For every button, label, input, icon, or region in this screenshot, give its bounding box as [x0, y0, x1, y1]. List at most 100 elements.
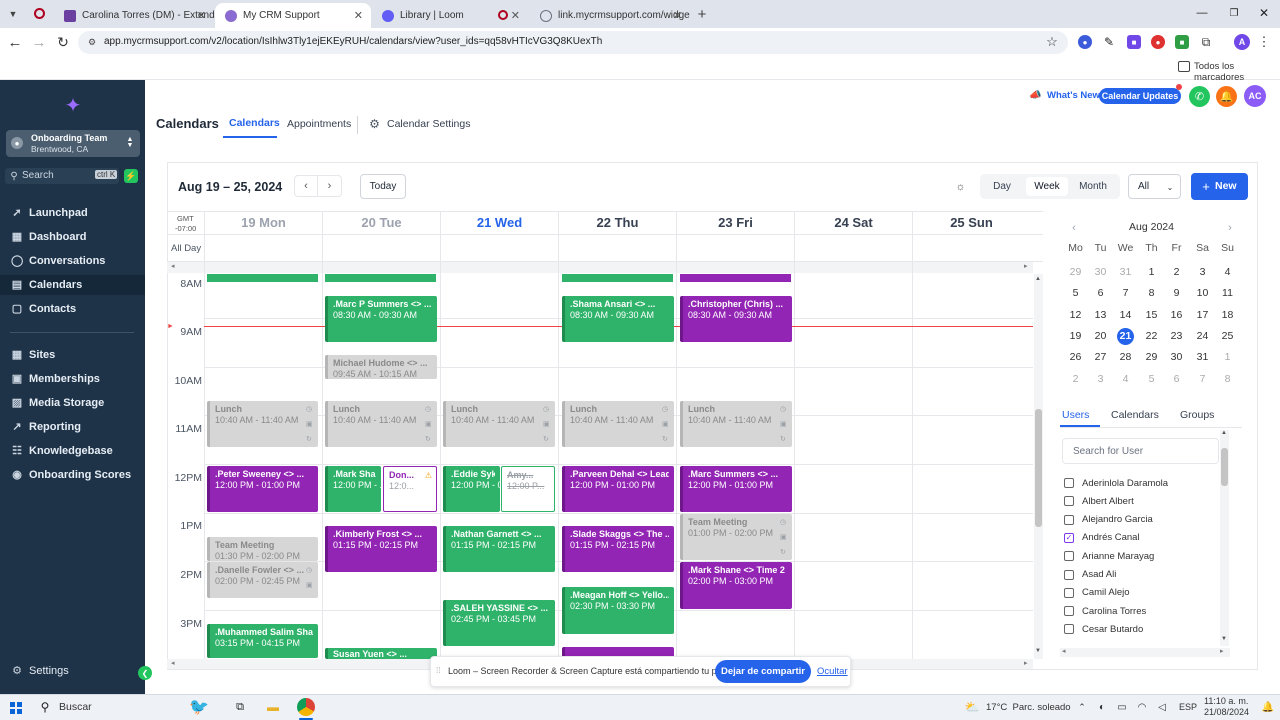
- mini-day[interactable]: 30: [1164, 351, 1189, 363]
- scroll-left-icon[interactable]: ◂: [1062, 647, 1066, 655]
- tab-loom[interactable]: Library | Loom ✕: [372, 3, 528, 28]
- lunch-event[interactable]: Lunch 10:40 AM - 11:40 AM ◷ ▣ ↻: [443, 401, 555, 447]
- mini-day[interactable]: 19: [1063, 330, 1088, 342]
- whats-new-link[interactable]: What's New: [1047, 90, 1100, 101]
- mini-day[interactable]: 12: [1063, 309, 1088, 321]
- mini-day[interactable]: 3: [1190, 266, 1215, 278]
- tab-appointments[interactable]: Appointments: [287, 118, 351, 130]
- tray-chevron-icon[interactable]: ⌃: [1076, 700, 1088, 714]
- tab-users[interactable]: Users: [1062, 409, 1089, 421]
- users-hscroll[interactable]: ◂ ▸: [1060, 648, 1230, 657]
- language-indicator[interactable]: ESP: [1179, 702, 1197, 712]
- mini-day[interactable]: 26: [1063, 351, 1088, 363]
- tab-crm-support[interactable]: My CRM Support ✕: [215, 3, 371, 28]
- mini-day-other-month[interactable]: 29: [1063, 266, 1088, 278]
- tab-extendly[interactable]: Carolina Torres (DM) - Extendly ✕: [54, 3, 214, 28]
- day-header-thu[interactable]: 22 Thu: [559, 212, 676, 234]
- scroll-right-icon[interactable]: ▸: [1220, 647, 1224, 655]
- mini-day[interactable]: 23: [1164, 330, 1189, 342]
- scroll-down-icon[interactable]: ▼: [1035, 648, 1041, 654]
- network-icon[interactable]: ▭: [1116, 701, 1128, 713]
- bookmark-star-icon[interactable]: ☆: [1044, 34, 1060, 50]
- event-card[interactable]: .SALEH YASSINE <> ... 02:45 PM - 03:45 PM: [443, 600, 555, 646]
- user-list-item[interactable]: Arianne Marayag: [1064, 548, 1154, 564]
- lunch-event[interactable]: Lunch 10:40 AM - 11:40 AM ◷ ▣ ↻: [562, 401, 674, 447]
- lunch-event[interactable]: Lunch 10:40 AM - 11:40 AM ◷ ▣ ↻: [680, 401, 792, 447]
- scroll-up-icon[interactable]: ▲: [1035, 276, 1041, 282]
- browser-menu-icon[interactable]: ⋮: [1258, 34, 1271, 50]
- tab-calendars[interactable]: Calendars: [229, 117, 280, 129]
- notifications-icon[interactable]: 🔔: [1262, 701, 1274, 713]
- event-card[interactable]: .Kimberly Frost <> ... 01:15 PM - 02:15 P…: [325, 526, 437, 572]
- event-card[interactable]: Susan Yuen <> ...: [325, 648, 437, 659]
- mini-day[interactable]: 28: [1113, 351, 1138, 363]
- scroll-left-icon[interactable]: ◂: [171, 659, 175, 667]
- close-icon[interactable]: ✕: [354, 9, 363, 22]
- sidebar-item-reporting[interactable]: ↗ Reporting: [11, 417, 81, 437]
- event-stub[interactable]: [562, 274, 673, 282]
- view-week-button[interactable]: Week: [1026, 177, 1068, 196]
- sidebar-item-dashboard[interactable]: ▦ Dashboard: [11, 227, 87, 247]
- view-month-button[interactable]: Month: [1072, 177, 1114, 196]
- user-list-item[interactable]: Aderinlola Daramola: [1064, 475, 1168, 491]
- mini-day-selected[interactable]: 21: [1117, 327, 1134, 345]
- event-stub[interactable]: [325, 274, 436, 282]
- collapse-sidebar-button[interactable]: ❮: [138, 666, 152, 680]
- mini-day-other-month[interactable]: 6: [1164, 373, 1189, 385]
- mini-day[interactable]: 9: [1164, 287, 1189, 299]
- user-list-item[interactable]: Asad Ali: [1064, 567, 1116, 583]
- day-header-sat[interactable]: 24 Sat: [795, 212, 912, 234]
- checkbox[interactable]: [1064, 496, 1074, 507]
- sidebar-item-knowledgebase[interactable]: ☷ Knowledgebase: [11, 441, 113, 461]
- calendar-updates-button[interactable]: Calendar Updates: [1099, 88, 1181, 104]
- mini-day[interactable]: 7: [1113, 287, 1138, 299]
- mini-day[interactable]: 11: [1215, 287, 1240, 299]
- team-meeting-event[interactable]: Team Meeting 01:30 PM - 02:00 PM: [207, 537, 318, 561]
- day-header-mon[interactable]: 19 Mon: [205, 212, 322, 234]
- mini-day[interactable]: 29: [1139, 351, 1164, 363]
- next-week-button[interactable]: ›: [318, 175, 342, 197]
- user-list-item[interactable]: Camil Alejo: [1064, 585, 1130, 601]
- extension-icon[interactable]: ■: [1175, 35, 1189, 49]
- clock-date[interactable]: 21/08/2024: [1204, 707, 1249, 717]
- mini-day-other-month[interactable]: 30: [1088, 266, 1113, 278]
- event-stub[interactable]: [207, 274, 318, 282]
- tab-list-icon[interactable]: ▼: [6, 7, 20, 21]
- mini-day[interactable]: 10: [1190, 287, 1215, 299]
- event-card[interactable]: Don... 12:0... ⚠: [383, 466, 437, 512]
- user-list-item[interactable]: Cesar Butardo: [1064, 621, 1143, 637]
- event-card[interactable]: .Nathan Garnett <> ... 01:15 PM - 02:15 P…: [443, 526, 555, 572]
- mini-day[interactable]: 31: [1190, 351, 1215, 363]
- close-icon[interactable]: ✕: [197, 9, 206, 22]
- tab-calendar-settings[interactable]: Calendar Settings: [387, 118, 470, 130]
- stop-sharing-button[interactable]: Dejar de compartir: [715, 660, 811, 683]
- mini-day[interactable]: 15: [1139, 309, 1164, 321]
- mini-day[interactable]: 24: [1190, 330, 1215, 342]
- day-header-tue[interactable]: 20 Tue: [323, 212, 440, 234]
- event-card[interactable]: .Slade Skaggs <> The ... 01:15 PM - 02:15…: [562, 526, 674, 572]
- event-card[interactable]: .Christopher (Chris) ... 08:30 AM - 09:30…: [680, 296, 792, 342]
- horizontal-scrollbar[interactable]: ◂ ▸: [167, 262, 1033, 273]
- mini-day-other-month[interactable]: 2: [1063, 373, 1088, 385]
- checkbox[interactable]: [1064, 606, 1074, 617]
- event-card[interactable]: .Muhammed Salim Shar... 03:15 PM - 04:15 …: [207, 624, 318, 658]
- mini-day[interactable]: 1: [1139, 266, 1164, 278]
- event-card[interactable]: .Shama Ansari <> ... 08:30 AM - 09:30 AM: [562, 296, 674, 342]
- reload-icon[interactable]: ↻: [56, 34, 70, 50]
- event-card[interactable]: .Danelle Fowler <> ... 02:00 PM - 02:45 P…: [207, 562, 318, 598]
- mini-day[interactable]: 14: [1113, 309, 1138, 321]
- scrollbar-thumb[interactable]: [1035, 409, 1042, 527]
- event-card[interactable]: Amy... 12:00 P...: [501, 466, 555, 512]
- checkbox-checked[interactable]: ✓: [1064, 532, 1074, 543]
- event-card[interactable]: .Marc Summers <> ... 12:00 PM - 01:00 PM: [680, 466, 792, 512]
- sidebar-item-memberships[interactable]: ▣ Memberships: [11, 369, 100, 389]
- user-list-item[interactable]: Albert Albert: [1064, 493, 1134, 509]
- mini-day[interactable]: 22: [1139, 330, 1164, 342]
- tab-widget[interactable]: link.mycrmsupport.com/widget ✕: [530, 3, 690, 28]
- windows-start-icon[interactable]: [10, 702, 22, 714]
- day-header-fri[interactable]: 23 Fri: [677, 212, 794, 234]
- mini-day-other-month[interactable]: 8: [1215, 373, 1240, 385]
- event-stub[interactable]: [680, 274, 791, 282]
- scroll-up-icon[interactable]: ▲: [1221, 430, 1227, 436]
- file-explorer-icon[interactable]: ▬: [265, 700, 281, 714]
